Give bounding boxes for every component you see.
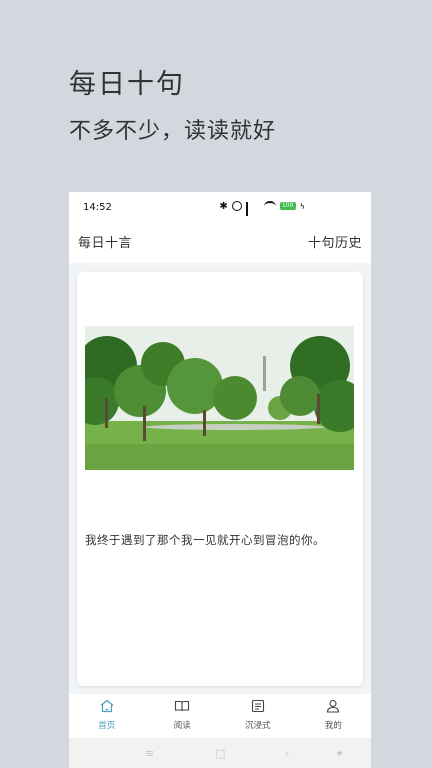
menu-icon[interactable]: ≡: [145, 747, 154, 760]
accessibility-icon[interactable]: ✦: [335, 747, 344, 760]
list-icon: [251, 699, 264, 713]
wifi-icon: [263, 200, 276, 212]
tab-immersive[interactable]: 沉浸式: [220, 694, 296, 738]
tab-label: 我的: [324, 721, 342, 731]
home-square-icon[interactable]: □: [215, 747, 225, 760]
tab-home[interactable]: 首页: [69, 694, 145, 738]
alarm-icon: [231, 201, 242, 211]
back-icon[interactable]: ‹: [285, 747, 289, 760]
trees-photo: [85, 326, 354, 470]
tab-label: 沉浸式: [244, 721, 271, 731]
tab-label: 首页: [98, 721, 116, 731]
system-nav-bar: ≡ □ ‹ ✦: [69, 738, 371, 768]
tab-mine[interactable]: 我的: [296, 694, 372, 738]
tab-read[interactable]: 阅读: [145, 694, 221, 738]
battery-icon: 100: [279, 202, 296, 210]
promo-title: 每日十句: [69, 69, 185, 100]
status-bar: 14:52 ✱ 100 ϟ: [69, 192, 371, 226]
history-link[interactable]: 十句历史: [308, 232, 362, 251]
quote-card[interactable]: 我终于遇到了那个我一见就开心到冒泡的你。: [77, 272, 363, 686]
book-icon: [175, 700, 190, 712]
quote-text: 我终于遇到了那个我一见就开心到冒泡的你。: [85, 533, 325, 547]
charging-icon: ϟ: [299, 201, 305, 211]
user-icon: [327, 699, 340, 713]
signal-icon: [245, 201, 260, 226]
promo-subtitle: 不多不少，读读就好: [69, 119, 277, 144]
tab-label: 阅读: [173, 721, 191, 731]
tab-bar: 首页 阅读 沉浸式 我的: [69, 694, 371, 738]
phone-screen: 14:52 ✱ 100 ϟ 每日十言 十句历史 我终于遇到了那个我一见就开心到冒…: [69, 192, 371, 768]
status-icons: ✱ 100 ϟ: [219, 200, 305, 226]
bluetooth-icon: ✱: [219, 200, 228, 212]
quote-image: [85, 326, 354, 470]
status-time: 14:52: [83, 202, 112, 213]
app-header: 每日十言 十句历史: [69, 216, 371, 263]
home-icon: [100, 699, 114, 713]
page-title: 每日十言: [78, 236, 133, 251]
